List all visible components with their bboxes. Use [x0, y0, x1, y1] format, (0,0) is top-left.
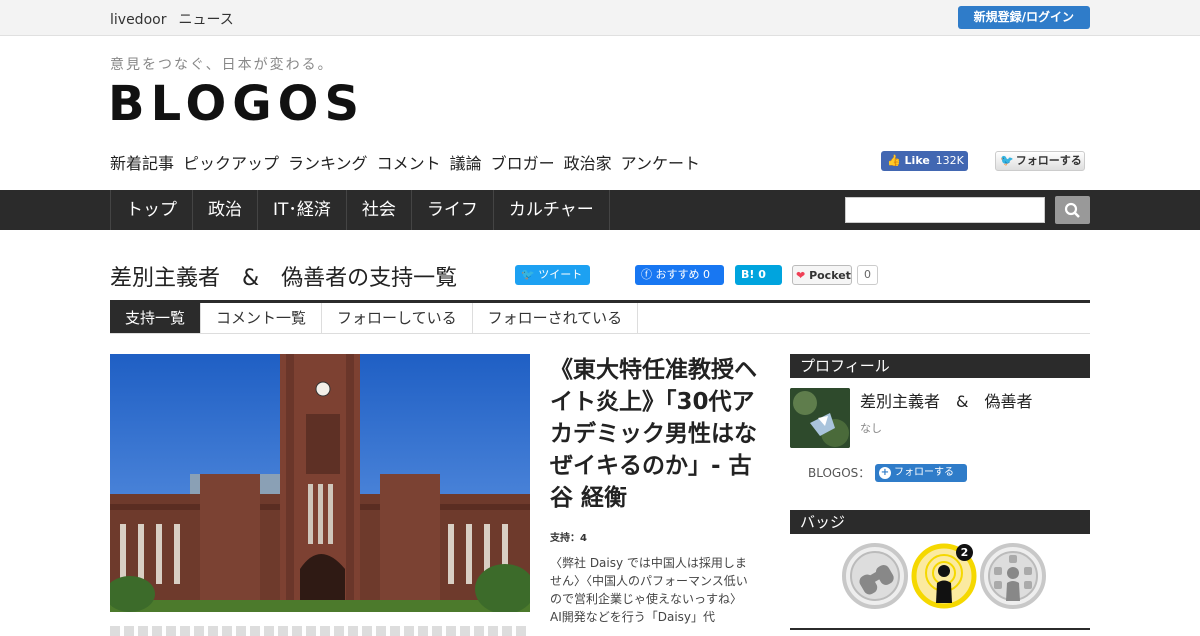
binoculars-badge[interactable] — [842, 543, 908, 609]
page-title: 差別主義者 & 偽善者の支持一覧 — [110, 266, 458, 291]
image-caption-strip — [110, 626, 530, 636]
hatena-bookmark-button[interactable]: B! 0 — [735, 265, 782, 285]
profile-name[interactable]: 差別主義者 & 偽善者 — [860, 388, 1032, 412]
pocket-icon: ❤ — [796, 269, 806, 282]
blogos-follow-label: BLOGOS： — [808, 466, 871, 480]
thumbs-up-icon: 👍 — [887, 154, 901, 167]
profile-avatar[interactable] — [790, 388, 850, 448]
twitter-follow-button[interactable]: 🐦 フォローする — [995, 151, 1085, 171]
fb-like-label: Like — [904, 154, 930, 167]
pocket-label: Pocket — [809, 269, 851, 282]
binoculars-icon — [842, 543, 908, 609]
support-count: 支持：4 — [550, 533, 587, 544]
livedoor-brand[interactable]: livedoor ニュース — [110, 9, 246, 29]
tw-follow-label: フォローする — [1015, 154, 1082, 167]
search-icon — [1064, 202, 1080, 218]
tab-comments[interactable]: コメント一覧 — [201, 303, 323, 333]
nav-life[interactable]: ライフ — [412, 190, 494, 230]
pocket-count: 0 — [857, 265, 878, 285]
follow-button[interactable]: + フォローする — [875, 464, 967, 482]
facebook-recommend-button[interactable]: ⓕ おすすめ 0 — [635, 265, 724, 285]
pocket-button[interactable]: ❤ Pocket — [792, 265, 852, 285]
facebook-icon: ⓕ — [641, 268, 652, 281]
article-image[interactable] — [110, 354, 530, 612]
twitter-bird-icon: 🐦 — [1000, 154, 1014, 167]
nav-top[interactable]: トップ — [111, 190, 193, 230]
twitter-bird-icon: 🐦 — [521, 268, 535, 281]
tagline: 意見をつなぐ、日本が変わる。 — [110, 57, 334, 73]
fb-recommend-label: おすすめ 0 — [655, 268, 711, 281]
subnav-blogger[interactable]: ブロガー — [491, 154, 555, 173]
sub-navigation: 新着記事 ピックアップ ランキング コメント 議論 ブロガー 政治家 アンケート — [110, 150, 709, 174]
article-title[interactable]: 《東大特任准教授ヘイト炎上》「30代アカデミック男性はなぜイキるのか」- 古谷 … — [550, 354, 760, 514]
subnav-new-articles[interactable]: 新着記事 — [110, 154, 174, 173]
top-bar: livedoor ニュース 新規登録/ログイン — [0, 0, 1200, 36]
blogos-logo[interactable]: BLOGOS — [108, 76, 365, 132]
brand-livedoor[interactable]: livedoor — [110, 12, 166, 28]
subnav-discussion[interactable]: 議論 — [450, 154, 482, 173]
badge-count: 2 — [956, 544, 973, 561]
main-navigation: トップ 政治 IT･経済 社会 ライフ カルチャー — [0, 190, 1200, 230]
signup-login-button[interactable]: 新規登録/ログイン — [957, 6, 1090, 29]
profile-heading: プロフィール — [790, 354, 1090, 378]
search-button[interactable] — [1055, 196, 1090, 224]
social-badge[interactable] — [980, 543, 1046, 609]
fb-like-count: 132K — [935, 154, 964, 167]
badge-heading: バッジ — [790, 510, 1090, 534]
plus-icon: + — [879, 467, 891, 479]
nav-politics[interactable]: 政治 — [193, 190, 258, 230]
profile-description: なし — [860, 422, 882, 435]
tab-supports[interactable]: 支持一覧 — [110, 303, 202, 333]
brand-news[interactable]: ニュース — [178, 12, 233, 28]
tweet-button[interactable]: 🐦 ツイート — [515, 265, 590, 285]
auditorium-photo — [110, 354, 530, 612]
nav-society[interactable]: 社会 — [347, 190, 412, 230]
facebook-like-button[interactable]: 👍 Like 132K — [881, 151, 968, 171]
subnav-pickup[interactable]: ピックアップ — [183, 154, 279, 173]
subnav-comment[interactable]: コメント — [377, 154, 441, 173]
subnav-survey[interactable]: アンケート — [621, 154, 700, 173]
tweet-label: ツイート — [538, 268, 583, 281]
profile-tabs: 支持一覧 コメント一覧 フォローしている フォローされている — [110, 300, 1090, 334]
search-input[interactable] — [845, 197, 1045, 223]
article-excerpt: 〈弊社 Daisy では中国人は採用しません〉〈中国人のパフォーマンス低いので営… — [550, 556, 749, 624]
subnav-politician[interactable]: 政治家 — [564, 154, 612, 173]
subnav-ranking[interactable]: ランキング — [288, 154, 368, 173]
tab-followers[interactable]: フォローされている — [473, 303, 639, 333]
social-person-icon — [980, 543, 1046, 609]
follow-label: フォローする — [894, 467, 954, 478]
avatar-image — [790, 388, 850, 448]
nav-it-economy[interactable]: IT･経済 — [258, 190, 347, 230]
nav-culture[interactable]: カルチャー — [494, 190, 610, 230]
masthead: 意見をつなぐ、日本が変わる。 BLOGOS 新着記事 ピックアップ ランキング コメン… — [0, 36, 1200, 190]
tab-following[interactable]: フォローしている — [322, 303, 473, 333]
